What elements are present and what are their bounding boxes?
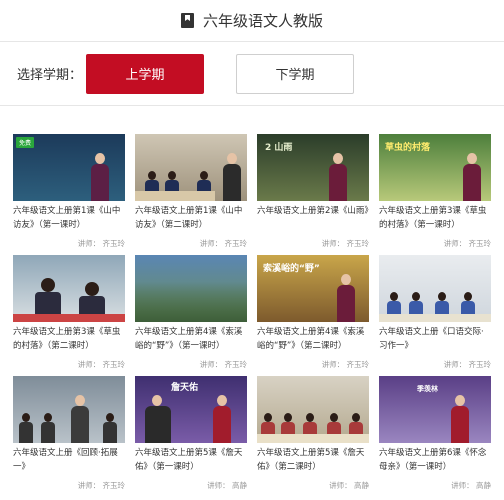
video-card[interactable]: 六年级语文上册《回顾·拓展一》 讲师： 齐玉玲 [13,376,125,497]
video-thumbnail[interactable]: 索溪峪的“野” [257,255,369,322]
video-thumbnail[interactable]: 草虫的村落 [379,134,491,201]
video-thumbnail[interactable] [379,255,491,322]
thumbnail-title: 索溪峪的“野” [263,264,320,274]
lecturer-name: 讲师： 高静 [207,481,247,490]
video-thumbnail[interactable] [257,376,369,443]
term-label: 选择学期： [17,68,83,83]
video-card[interactable]: 六年级语文上册第3课《草虫的村落》（第二课时） 讲师： 齐玉玲 [13,255,125,376]
thumbnail-title: 草虫的村落 [385,143,431,153]
video-title[interactable]: 六年级语文上册第6课《怀念母亲》（第一课时） [379,446,491,474]
lecturer-name: 讲师： 齐玉玲 [77,239,125,248]
lecturer-name: 讲师： 齐玉玲 [321,239,369,248]
video-card[interactable]: 六年级语文上册第5课《詹天佑》（第二课时） 讲师： 高静 [257,376,369,497]
lecturer-name: 讲师： 高静 [329,481,369,490]
lecturer-name: 讲师： 高静 [451,481,491,490]
thumbnail-title: 詹天佑 [171,383,199,393]
lecturer-name: 讲师： 齐玉玲 [443,239,491,248]
video-thumbnail[interactable]: 免费 [13,134,125,201]
video-title[interactable]: 六年级语文上册第5课《詹天佑》（第一课时） [135,446,247,474]
video-title[interactable]: 六年级语文上册第3课《草虫的村落》（第二课时） [13,325,125,353]
free-badge: 免费 [16,137,35,148]
thumbnail-title: 2 山雨 [265,143,293,153]
lecturer-name: 讲师： 齐玉玲 [199,239,247,248]
lecturer-name: 讲师： 齐玉玲 [443,360,491,369]
term-selector: 选择学期： 上学期 下学期 [0,42,504,106]
video-card[interactable]: 免费 六年级语文上册第1课《山中访友》（第一课时） 讲师： 齐玉玲 [13,134,125,255]
video-title[interactable]: 六年级语文上册第1课《山中访友》（第一课时） [13,204,125,232]
video-card[interactable]: 六年级语文上册第4课《索溪峪的“野”》（第一课时） 讲师： 齐玉玲 [135,255,247,376]
video-thumbnail[interactable]: 詹天佑 [135,376,247,443]
lecturer-name: 讲师： 齐玉玲 [321,360,369,369]
video-card[interactable]: 2 山雨 六年级语文上册第2课《山雨》 讲师： 齐玉玲 [257,134,369,255]
lecturer-name: 讲师： 齐玉玲 [77,360,125,369]
video-title[interactable]: 六年级语文上册第5课《詹天佑》（第二课时） [257,446,369,474]
page-title: 六年级语文人教版 [202,12,323,30]
video-thumbnail[interactable]: 季羡林 [379,376,491,443]
video-title[interactable]: 六年级语文上册第4课《索溪峪的“野”》（第二课时） [257,325,369,353]
second-term-button[interactable]: 下学期 [236,53,354,94]
video-title[interactable]: 六年级语文上册第3课《草虫的村落》（第一课时） [379,204,491,232]
video-title[interactable]: 六年级语文上册第4课《索溪峪的“野”》（第一课时） [135,325,247,353]
thumbnail-title: 季羡林 [417,385,438,393]
video-card[interactable]: 索溪峪的“野” 六年级语文上册第4课《索溪峪的“野”》（第二课时） 讲师： 齐玉… [257,255,369,376]
video-grid: 免费 六年级语文上册第1课《山中访友》（第一课时） 讲师： 齐玉玲 六年级语文上… [13,134,491,497]
video-title[interactable]: 六年级语文上册《回顾·拓展一》 [13,446,125,474]
video-card[interactable]: 六年级语文上册第1课《山中访友》（第二课时） 讲师： 齐玉玲 [135,134,247,255]
book-icon [180,13,194,28]
video-card[interactable]: 季羡林 六年级语文上册第6课《怀念母亲》（第一课时） 讲师： 高静 [379,376,491,497]
video-thumbnail[interactable] [13,255,125,322]
video-thumbnail[interactable] [135,255,247,322]
lecturer-name: 讲师： 齐玉玲 [77,481,125,490]
video-title[interactable]: 六年级语文上册第1课《山中访友》（第二课时） [135,204,247,232]
video-card[interactable]: 草虫的村落 六年级语文上册第3课《草虫的村落》（第一课时） 讲师： 齐玉玲 [379,134,491,255]
first-term-button[interactable]: 上学期 [86,53,204,94]
video-card[interactable]: 詹天佑 六年级语文上册第5课《詹天佑》（第一课时） 讲师： 高静 [135,376,247,497]
video-card[interactable]: 六年级语文上册《口语交际·习作一》 讲师： 齐玉玲 [379,255,491,376]
video-thumbnail[interactable] [13,376,125,443]
video-thumbnail[interactable] [135,134,247,201]
video-thumbnail[interactable]: 2 山雨 [257,134,369,201]
page-header: 六年级语文人教版 [0,0,504,42]
lecturer-name: 讲师： 齐玉玲 [199,360,247,369]
video-title[interactable]: 六年级语文上册第2课《山雨》 [257,204,369,232]
video-title[interactable]: 六年级语文上册《口语交际·习作一》 [379,325,491,353]
